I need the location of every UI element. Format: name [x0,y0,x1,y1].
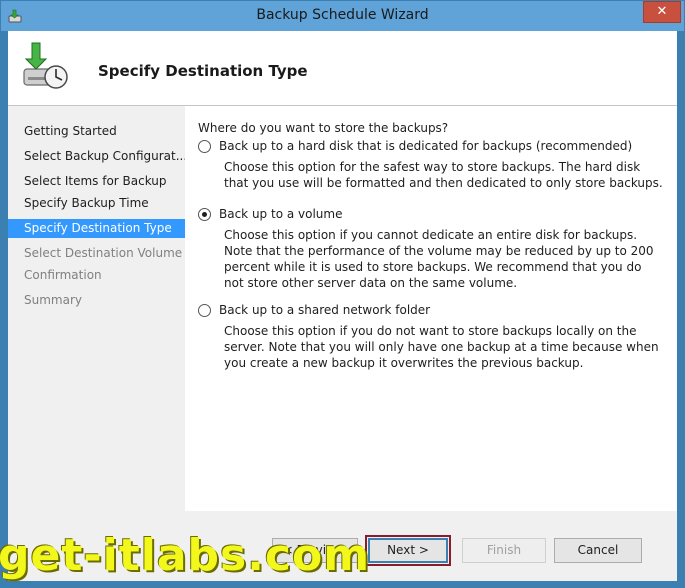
option-network-folder[interactable]: Back up to a shared network folder [198,303,430,317]
destination-options-panel: Where do you want to store the backups? … [185,106,677,581]
backup-schedule-icon [23,42,68,89]
option-volume[interactable]: Back up to a volume [198,207,342,221]
title-bar[interactable]: Backup Schedule Wizard ✕ [1,1,684,31]
window-title: Backup Schedule Wizard [256,7,429,23]
radio-volume[interactable] [198,207,211,221]
next-button[interactable]: Next > [368,538,448,563]
nav-item-select-items-for-backup[interactable]: Select Items for Backup [8,172,185,191]
site-watermark: get-itlabs.com [0,530,371,581]
option-network-folder-label[interactable]: Back up to a shared network folder [219,303,430,317]
finish-button: Finish [462,538,546,563]
nav-item-select-backup-configuration[interactable]: Select Backup Configurat... [8,147,185,166]
nav-item-confirmation: Confirmation [24,268,102,282]
close-button[interactable]: ✕ [643,1,681,23]
option-dedicated-disk-label[interactable]: Back up to a hard disk that is dedicated… [219,139,632,153]
option-dedicated-disk-description: Choose this option for the safest way to… [224,160,663,190]
option-network-folder-description: Choose this option if you do not want to… [224,324,659,370]
page-title: Specify Destination Type [98,62,308,80]
option-dedicated-disk[interactable]: Back up to a hard disk that is dedicated… [198,139,632,153]
destination-question: Where do you want to store the backups? [198,121,449,135]
radio-dedicated-disk[interactable] [198,139,211,153]
nav-item-specify-backup-time[interactable]: Specify Backup Time [8,194,185,213]
wizard-step-nav: Getting Started Select Backup Configurat… [8,106,185,581]
wizard-header: Specify Destination Type [8,31,677,105]
nav-item-select-destination-volume: Select Destination Volume [24,246,183,260]
cancel-button[interactable]: Cancel [554,538,642,563]
radio-network-folder[interactable] [198,303,211,317]
nav-item-getting-started[interactable]: Getting Started [8,122,185,141]
nav-item-specify-destination-type[interactable]: Specify Destination Type [8,219,185,238]
option-volume-label[interactable]: Back up to a volume [219,207,342,221]
option-volume-description: Choose this option if you cannot dedicat… [224,228,654,290]
wizard-window: Backup Schedule Wizard ✕ Specify Destina… [0,0,685,588]
nav-item-summary: Summary [24,293,82,307]
wizard-client-area: Specify Destination Type Getting Started… [8,31,677,581]
